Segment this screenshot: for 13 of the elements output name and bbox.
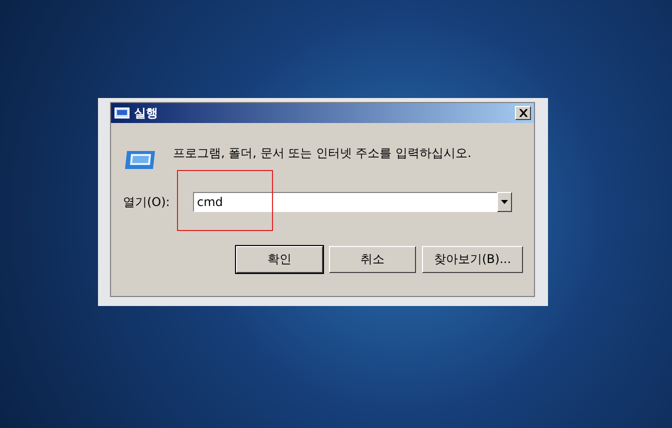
dialog-button[interactable]: 취소 [329, 246, 416, 273]
instruction-text: 프로그램, 폴더, 문서 또는 인터넷 주소를 입력하십시오. [173, 145, 472, 162]
window-title: 실행 [134, 104, 159, 122]
open-input-field[interactable]: cmd [193, 192, 497, 212]
dialog-button[interactable]: 찾아보기(B)... [422, 246, 523, 273]
run-icon [114, 107, 130, 119]
close-icon [518, 109, 528, 117]
open-label: 열기(O): [123, 194, 171, 210]
dialog-button[interactable]: 확인 [236, 246, 323, 273]
dropdown-button[interactable] [497, 192, 512, 212]
close-button[interactable] [515, 106, 531, 120]
run-icon [123, 149, 157, 171]
caret-icon [501, 200, 508, 204]
